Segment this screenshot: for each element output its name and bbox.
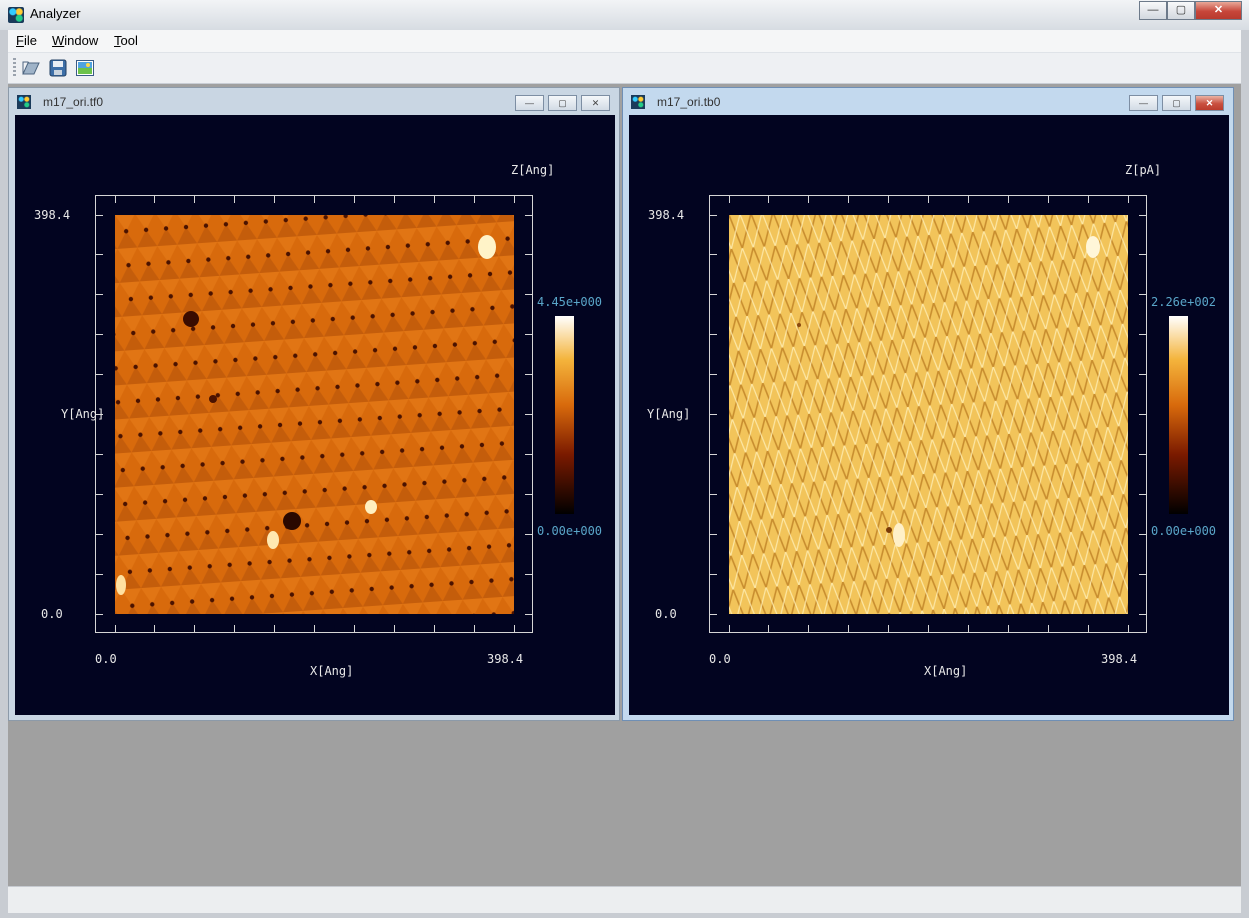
restore-icon: ▢	[1172, 98, 1181, 108]
menu-bar: File Window Tool	[8, 30, 1241, 53]
open-icon	[22, 61, 40, 75]
y-min-label: 0.0	[655, 607, 677, 621]
colorbar	[1169, 316, 1188, 514]
child-close-button[interactable]: ✕	[581, 95, 610, 111]
image-icon	[76, 60, 94, 76]
restore-icon: ▢	[1175, 4, 1187, 16]
colorbar-max-label: 4.45e+000	[537, 295, 603, 309]
app-icon	[8, 7, 24, 23]
menu-tool[interactable]: Tool	[114, 33, 138, 48]
minimize-icon: —	[525, 98, 534, 108]
child-window-tf0[interactable]: m17_ori.tf0 — ▢ ✕ Z[Ang] 398.4 Y[Ang] 0.…	[8, 87, 620, 721]
child-window-tb0[interactable]: m17_ori.tb0 — ▢ ✕ Z[pA] 398.4 Y[Ang] 0.0…	[622, 87, 1234, 721]
open-button[interactable]	[21, 58, 41, 78]
minimize-icon: —	[1147, 4, 1159, 16]
y-axis-label: Y[Ang]	[647, 407, 691, 421]
menu-file[interactable]: File	[16, 33, 37, 48]
plot-canvas[interactable]: Z[Ang] 398.4 Y[Ang] 0.0 0.0 X[Ang] 398.4…	[15, 115, 615, 715]
restore-button[interactable]: ▢	[1167, 1, 1195, 20]
save-button[interactable]	[48, 58, 68, 78]
y-max-label: 398.4	[648, 208, 685, 222]
z-axis-label: Z[pA]	[1125, 163, 1162, 177]
image-button[interactable]	[75, 58, 95, 78]
child-title-bar[interactable]: m17_ori.tf0 — ▢ ✕	[9, 88, 619, 114]
y-min-label: 0.0	[41, 607, 63, 621]
plot-canvas[interactable]: Z[pA] 398.4 Y[Ang] 0.0 0.0 X[Ang] 398.4 …	[629, 115, 1229, 715]
menu-file-label: ile	[23, 33, 37, 48]
x-min-label: 0.0	[709, 652, 731, 666]
colorbar-min-label: 0.00e+000	[537, 524, 603, 538]
colorbar-max-label: 2.26e+002	[1151, 295, 1217, 309]
menu-file-mnemonic: F	[16, 33, 24, 48]
child-restore-button[interactable]: ▢	[1162, 95, 1191, 111]
window-icon	[631, 95, 645, 109]
y-max-label: 398.4	[34, 208, 71, 222]
colorbar-min-label: 0.00e+000	[1151, 524, 1217, 538]
menu-window-label: indow	[64, 33, 99, 48]
window-title: m17_ori.tf0	[43, 95, 104, 109]
minimize-icon: —	[1139, 98, 1148, 108]
title-bar[interactable]: Analyzer — ▢ ✕	[0, 0, 1249, 30]
menu-window-mnemonic: W	[52, 33, 65, 48]
close-icon: ✕	[1213, 4, 1224, 16]
menu-tool-label: ool	[120, 33, 138, 48]
toolbar	[8, 53, 1241, 84]
save-icon	[49, 59, 67, 77]
mdi-workspace: m17_ori.tf0 — ▢ ✕ Z[Ang] 398.4 Y[Ang] 0.…	[8, 84, 1241, 886]
child-close-button[interactable]: ✕	[1195, 95, 1224, 111]
app-window: Analyzer — ▢ ✕ File Window Tool m17_ori.…	[0, 0, 1249, 918]
topography-image[interactable]	[115, 215, 514, 614]
colorbar	[555, 316, 574, 514]
child-minimize-button[interactable]: —	[515, 95, 544, 111]
app-title: Analyzer	[30, 6, 81, 21]
close-icon: ✕	[1205, 98, 1214, 108]
status-bar	[8, 886, 1241, 913]
x-min-label: 0.0	[95, 652, 117, 666]
x-max-label: 398.4	[1101, 652, 1138, 666]
menu-window[interactable]: Window	[52, 33, 98, 48]
y-axis-label: Y[Ang]	[61, 407, 105, 421]
close-icon: ✕	[591, 98, 600, 108]
toolbar-grip[interactable]	[13, 58, 16, 78]
window-icon	[17, 95, 31, 109]
restore-icon: ▢	[558, 98, 567, 108]
child-restore-button[interactable]: ▢	[548, 95, 577, 111]
x-axis-label: X[Ang]	[924, 664, 968, 678]
window-title: m17_ori.tb0	[657, 95, 721, 109]
x-axis-label: X[Ang]	[310, 664, 354, 678]
child-title-bar[interactable]: m17_ori.tb0 — ▢ ✕	[623, 88, 1233, 114]
z-axis-label: Z[Ang]	[511, 163, 555, 177]
close-button[interactable]: ✕	[1195, 1, 1242, 20]
current-image[interactable]	[729, 215, 1128, 614]
child-minimize-button[interactable]: —	[1129, 95, 1158, 111]
minimize-button[interactable]: —	[1139, 1, 1167, 20]
x-max-label: 398.4	[487, 652, 524, 666]
